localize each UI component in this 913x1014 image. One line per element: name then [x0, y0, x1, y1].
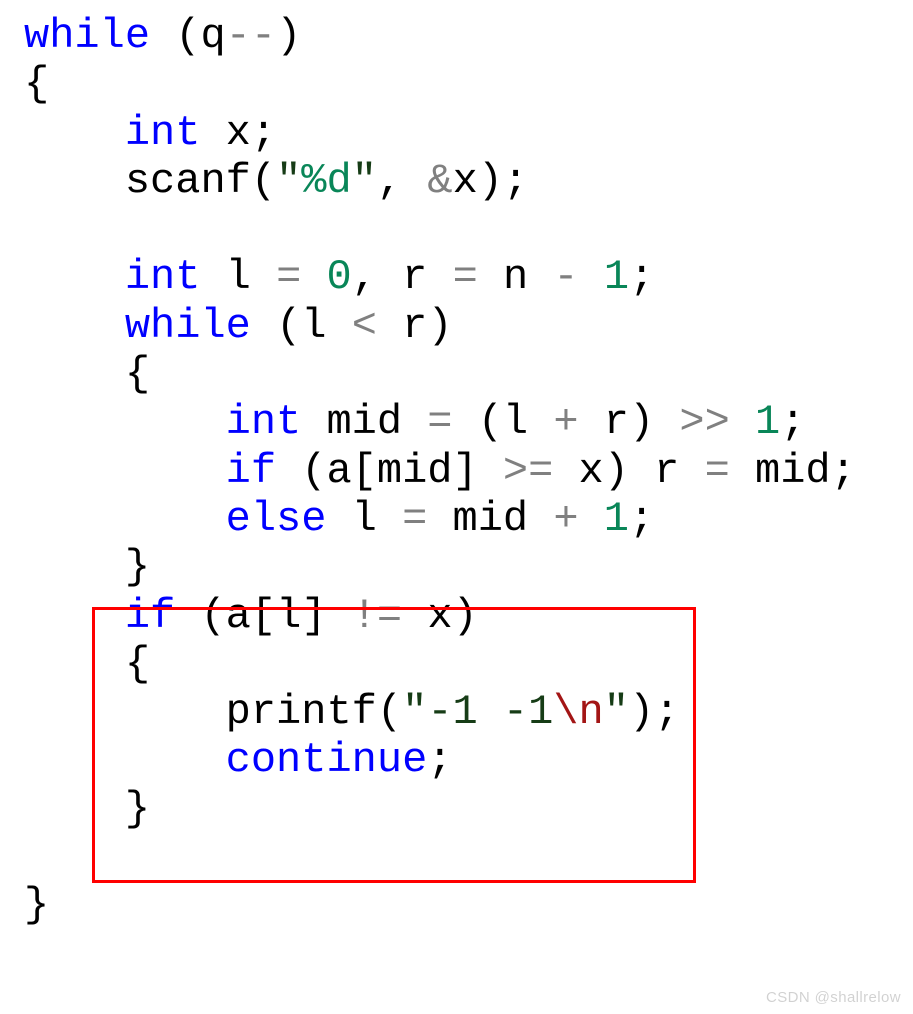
keyword-while: while: [24, 12, 150, 60]
code-block: while (q--) { int x; scanf("%d", &x); in…: [0, 0, 913, 930]
fn-scanf: scanf: [125, 157, 251, 205]
fn-printf: printf: [226, 688, 377, 736]
keyword-int: int: [125, 109, 201, 157]
watermark-text: CSDN @shallrelow: [766, 989, 901, 1006]
brace-open: {: [24, 60, 49, 108]
brace-close: }: [24, 881, 49, 929]
